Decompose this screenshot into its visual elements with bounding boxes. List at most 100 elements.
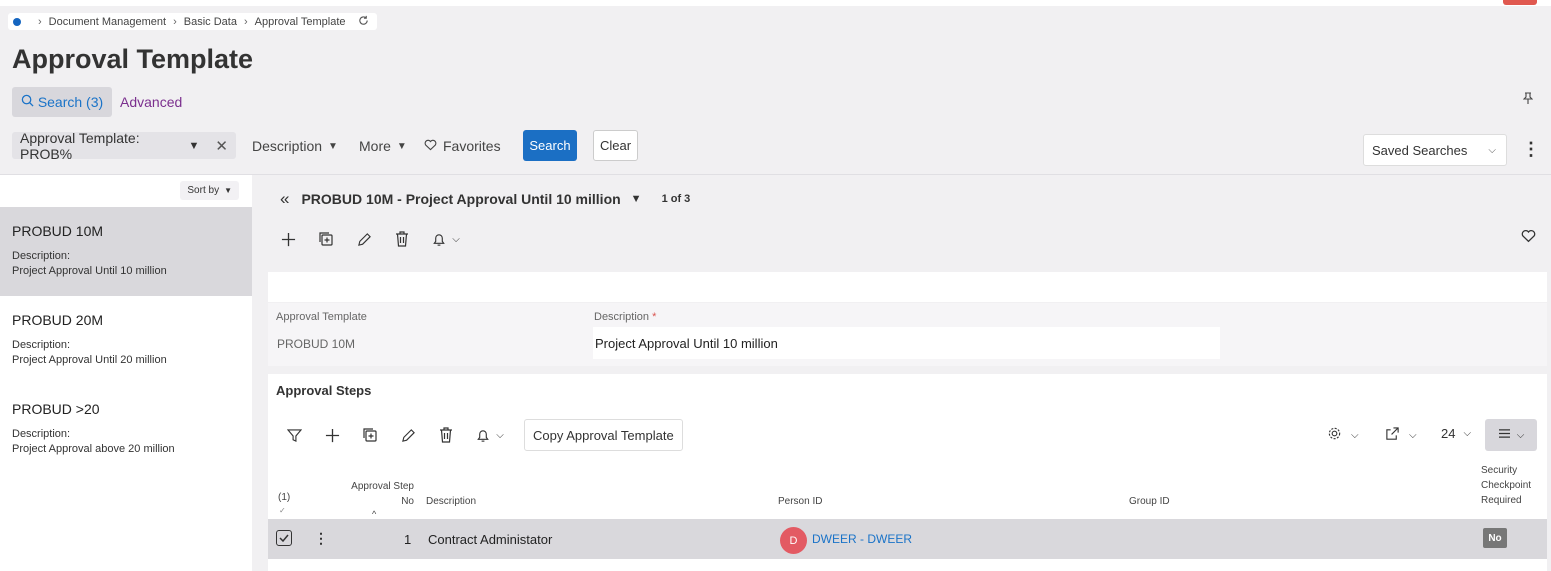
chevron-down-icon: ⌵: [1463, 428, 1472, 439]
gear-icon: [1327, 426, 1342, 444]
caret-down-icon: ▼: [224, 186, 232, 195]
edit-icon[interactable]: [398, 424, 418, 446]
export-menu[interactable]: ⌵: [1385, 426, 1417, 444]
avatar: D: [780, 527, 807, 554]
chevron-down-icon: ⌵: [1409, 429, 1417, 441]
chevron-down-icon: ⌵: [496, 429, 504, 441]
breadcrumb: › Document Management › Basic Data › App…: [8, 13, 377, 30]
list-item-name: PROBUD 10M: [12, 223, 104, 239]
filter-icon[interactable]: [284, 424, 304, 446]
duplicate-icon[interactable]: [316, 228, 336, 250]
list-item[interactable]: PROBUD 10M Description: Project Approval…: [0, 207, 252, 296]
filter-bar: Approval Template: PROB% ▼ ✕ Description…: [0, 128, 1551, 174]
group-id-header[interactable]: Group ID: [1129, 494, 1170, 509]
clear-button[interactable]: Clear: [593, 130, 638, 161]
export-icon: [1385, 426, 1400, 444]
favorite-heart-icon[interactable]: [1521, 229, 1536, 248]
description-header[interactable]: Description: [426, 494, 476, 509]
sort-by-button[interactable]: Sort by ▼: [180, 181, 239, 200]
list-item[interactable]: PROBUD >20 Description: Project Approval…: [0, 385, 252, 474]
check-icon[interactable]: ✓: [279, 503, 286, 518]
notification-corner[interactable]: [1503, 0, 1537, 5]
step-no-cell: 1: [404, 532, 412, 547]
list-item-name: PROBUD 20M: [12, 312, 104, 328]
chevron-right-icon: ›: [243, 15, 248, 28]
more-filter-label: More: [359, 138, 391, 154]
top-strip: [0, 0, 1551, 6]
tab-advanced[interactable]: Advanced: [120, 94, 182, 110]
security-checkpoint-header[interactable]: Security Checkpoint Required: [1481, 463, 1531, 508]
approval-step-no-header[interactable]: Approval Step No: [348, 479, 414, 509]
edit-icon[interactable]: [354, 228, 374, 250]
chevron-down-icon: ⌵: [1516, 429, 1525, 441]
list-item-desc-label: Description:: [12, 250, 71, 262]
pin-icon[interactable]: [1522, 92, 1534, 107]
close-icon[interactable]: ✕: [215, 137, 228, 155]
person-link[interactable]: DWEER - DWEER: [812, 532, 912, 546]
copy-approval-template-button[interactable]: Copy Approval Template: [524, 419, 683, 451]
caret-down-icon: ▼: [328, 140, 338, 152]
approval-steps-title: Approval Steps: [276, 383, 372, 398]
table-row[interactable]: ⋮ 1 Contract Administator D DWEER - DWEE…: [268, 519, 1547, 559]
saved-searches-select[interactable]: Saved Searches ⌵: [1363, 134, 1507, 166]
breadcrumb-item-document-management[interactable]: Document Management: [49, 16, 166, 28]
record-form: Approval Template PROBUD 10M Description…: [268, 303, 1547, 366]
heart-icon: [424, 138, 437, 154]
chevron-down-icon: ⌵: [1351, 429, 1359, 441]
description-field[interactable]: Project Approval Until 10 million: [593, 327, 1220, 359]
page-title: Approval Template: [12, 44, 254, 74]
approval-template-value: PROBUD 10M: [277, 337, 356, 351]
chevron-right-icon: ›: [38, 15, 42, 28]
favorites-button[interactable]: Favorites: [424, 138, 501, 154]
search-icon: [21, 94, 34, 110]
list-item-name: PROBUD >20: [12, 401, 100, 417]
list-item-desc: Project Approval Until 10 million: [12, 265, 167, 277]
list-item[interactable]: PROBUD 20M Description: Project Approval…: [0, 296, 252, 385]
record-navigator: « PROBUD 10M - Project Approval Until 10…: [280, 189, 690, 209]
delete-icon[interactable]: [392, 228, 412, 250]
search-button[interactable]: Search: [523, 130, 577, 161]
breadcrumb-item-basic-data[interactable]: Basic Data: [184, 16, 237, 28]
record-count: 1 of 3: [661, 193, 691, 205]
row-checkbox[interactable]: [276, 530, 292, 546]
tab-search-label: Search (3): [37, 94, 104, 110]
settings-menu[interactable]: ⌵: [1327, 426, 1359, 444]
list-item-desc-label: Description:: [12, 428, 71, 440]
home-dot-icon[interactable]: [13, 17, 21, 26]
saved-searches-label: Saved Searches: [1372, 142, 1468, 158]
list-item-desc: Project Approval above 20 million: [12, 443, 175, 455]
description-filter-label: Description: [252, 138, 323, 154]
delete-icon[interactable]: [436, 424, 456, 446]
duplicate-icon[interactable]: [360, 424, 380, 446]
more-options-icon[interactable]: ⋮: [1522, 140, 1540, 158]
results-list: Sort by ▼ PROBUD 10M Description: Projec…: [0, 175, 252, 571]
more-filter-button[interactable]: More ▼: [359, 138, 407, 154]
chevron-right-icon: ›: [173, 15, 177, 28]
status-badge: No: [1483, 528, 1507, 548]
notification-bell-icon[interactable]: ⌵: [474, 424, 506, 446]
page-size-value: 24: [1441, 426, 1456, 441]
sort-by-label: Sort by: [187, 185, 220, 196]
record-title[interactable]: PROBUD 10M - Project Approval Until 10 m…: [301, 191, 620, 207]
row-menu-icon[interactable]: ⋮: [314, 530, 328, 546]
approval-template-label: Approval Template: [276, 311, 367, 323]
page-size-select[interactable]: 24 ⌵: [1441, 426, 1471, 441]
add-icon[interactable]: [278, 228, 298, 250]
list-item-desc: Project Approval Until 20 million: [12, 354, 167, 366]
list-icon: [1498, 426, 1511, 444]
refresh-icon[interactable]: [358, 15, 369, 29]
caret-down-icon[interactable]: ▼: [631, 193, 642, 205]
add-icon[interactable]: [322, 424, 342, 446]
caret-down-icon[interactable]: ▼: [189, 140, 200, 152]
description-filter-button[interactable]: Description ▼: [252, 138, 338, 154]
collapse-list-icon[interactable]: «: [280, 189, 289, 209]
tab-search[interactable]: Search (3): [12, 87, 112, 117]
person-id-header[interactable]: Person ID: [778, 494, 822, 509]
list-item-desc-label: Description:: [12, 339, 71, 351]
filter-chip-approval-template[interactable]: Approval Template: PROB% ▼ ✕: [12, 130, 236, 162]
notification-bell-icon[interactable]: ⌵: [430, 228, 462, 250]
chevron-down-icon: ⌵: [452, 233, 460, 245]
list-view-toggle[interactable]: ⌵: [1485, 419, 1537, 451]
description-label: Description *: [594, 311, 657, 323]
caret-down-icon: ▼: [396, 140, 407, 152]
